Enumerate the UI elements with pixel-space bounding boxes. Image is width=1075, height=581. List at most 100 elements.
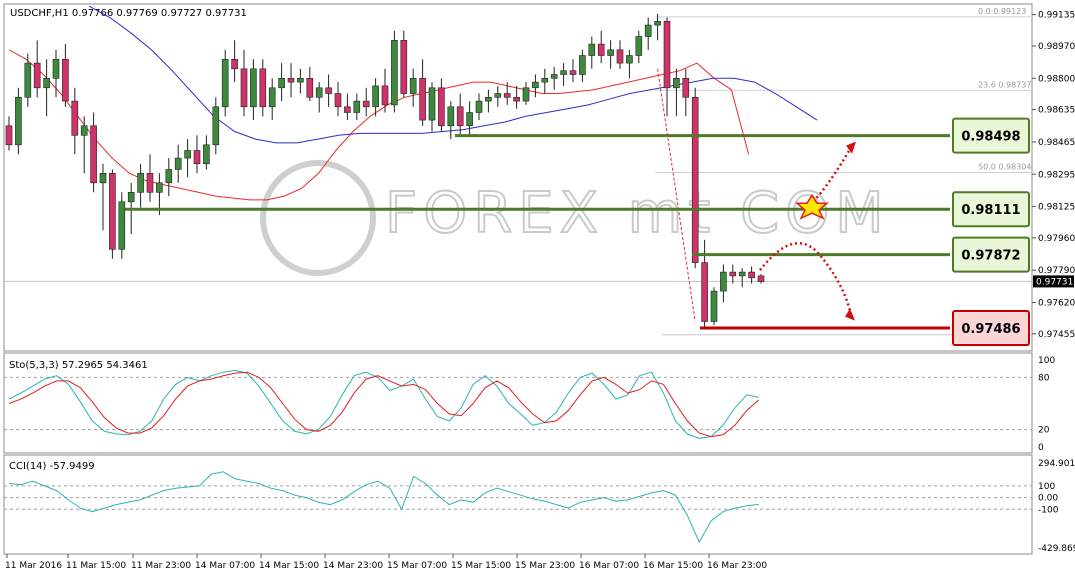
candle-body	[644, 24, 652, 37]
time-axis: 11 Mar 2016 11 Mar 15:00 11 Mar 23:00 14 Ma…	[5, 554, 767, 571]
candle-body	[522, 87, 530, 102]
candle-body	[15, 97, 22, 146]
price-axis: 0.99135 0.98970 0.98800 0.98635 0.98465 0.982…	[1032, 11, 1075, 340]
candle-body	[240, 68, 248, 108]
candle-body	[654, 20, 661, 26]
price-tick-label: 0.98295	[1038, 170, 1075, 180]
cci-axis-label: 100	[1038, 482, 1055, 492]
time-tick-label: 16 Mar 07:00	[579, 561, 639, 571]
stochastic-axis-label: 20	[1038, 426, 1050, 436]
candle-body	[626, 55, 633, 64]
candle-body	[419, 78, 426, 121]
candle-body	[165, 169, 173, 184]
candle-body	[287, 78, 295, 83]
candle-body	[701, 262, 708, 322]
candle-body	[485, 97, 492, 102]
candle-body	[372, 85, 379, 108]
time-tick-label: 14 Mar 07:00	[195, 561, 255, 571]
cci-axis-label: 294.9016	[1038, 459, 1075, 469]
cci-panel-frame	[3, 454, 1033, 555]
candle-body	[409, 78, 417, 94]
candle-body	[127, 192, 135, 203]
cci-axis-label: -429.8695	[1038, 544, 1075, 554]
candle-body	[381, 85, 389, 106]
time-tick-label: 15 Mar 15:00	[451, 561, 511, 571]
time-tick-label: 15 Mar 23:00	[515, 561, 575, 571]
candle-body	[560, 70, 567, 75]
candle-body	[156, 182, 163, 193]
candle-body	[52, 58, 60, 79]
stochastic-axis-label: 100	[1038, 356, 1055, 366]
candle-body	[212, 106, 220, 146]
candle-body	[616, 49, 624, 64]
candle-body	[475, 100, 483, 113]
symbol-header: USDCHF,H1 0.97766 0.97769 0.97727 0.9773…	[10, 8, 247, 19]
candle-body	[503, 93, 511, 98]
candle-body	[221, 58, 229, 108]
candle-body	[748, 271, 755, 279]
candle-body	[250, 68, 257, 108]
candle-body	[597, 43, 605, 56]
candle-body	[193, 150, 201, 165]
candle-body	[203, 144, 210, 165]
candle-body	[729, 271, 737, 277]
price-tick-label: 0.98125	[1038, 203, 1075, 213]
cci-axis-label: -100	[1038, 505, 1059, 515]
candle-body	[513, 97, 520, 102]
candle-body	[607, 49, 614, 56]
candle-body	[710, 290, 718, 322]
candle-body	[80, 125, 88, 136]
price-tick-label: 0.98635	[1038, 106, 1075, 116]
candle-body	[738, 271, 746, 277]
level-value: 0.97872	[961, 249, 1020, 264]
candle-body	[174, 157, 182, 170]
candle-body	[720, 271, 727, 292]
level-value: 0.98498	[961, 130, 1020, 145]
candle-body	[691, 97, 699, 263]
candle-body	[334, 93, 342, 108]
stochastic-title: Sto(5,3,3) 57.2965 54.3461	[9, 360, 148, 371]
candle-body	[62, 58, 69, 102]
time-tick-label: 14 Mar 15:00	[259, 561, 319, 571]
candle-body	[579, 55, 586, 75]
candle-body	[137, 173, 144, 193]
candle-body	[456, 106, 464, 127]
candle-body	[118, 201, 126, 250]
candle-body	[184, 150, 191, 159]
candle-body	[278, 78, 285, 89]
price-tick-label: 0.97620	[1038, 299, 1075, 309]
candle-body	[353, 100, 361, 113]
candle-body	[588, 43, 596, 56]
chart-window: FOREX mt COM USDCHF,H1 0.97766 0.97769 0…	[0, 0, 1075, 577]
candle-body	[550, 74, 558, 79]
candle-body	[109, 173, 116, 250]
candle-body	[24, 62, 32, 98]
time-tick-label: 11 Mar 2016	[5, 561, 62, 571]
candle-body	[362, 100, 370, 108]
price-tick-label: 0.98970	[1038, 42, 1075, 52]
level-value: 0.97486	[961, 322, 1020, 337]
time-tick-label: 16 Mar 15:00	[643, 561, 703, 571]
price-tick-label: 0.98800	[1038, 74, 1075, 84]
candle-body	[541, 78, 549, 83]
cci-title: CCI(14) -57.9499	[9, 461, 95, 472]
candle-body	[325, 87, 332, 94]
candle-body	[99, 173, 107, 184]
candle-body	[673, 78, 680, 89]
cci-axis-label: 0.00	[1038, 494, 1058, 504]
stochastic-panel-frame	[3, 352, 1033, 454]
candle-body	[43, 78, 50, 89]
candle-body	[33, 62, 41, 89]
candle-body	[297, 78, 304, 83]
candle-body	[71, 100, 79, 136]
time-tick-label: 11 Mar 23:00	[131, 561, 191, 571]
candle-body	[391, 39, 398, 106]
price-tick-label: 0.99135	[1038, 11, 1075, 21]
candle-body	[663, 20, 671, 89]
candle-body	[569, 70, 577, 75]
candle-body	[532, 81, 539, 89]
level-value: 0.98111	[961, 203, 1020, 218]
time-tick-label: 15 Mar 07:00	[387, 561, 447, 571]
fib-level-label: 50.0 0.98304	[978, 163, 1031, 172]
candle-body	[259, 68, 267, 108]
